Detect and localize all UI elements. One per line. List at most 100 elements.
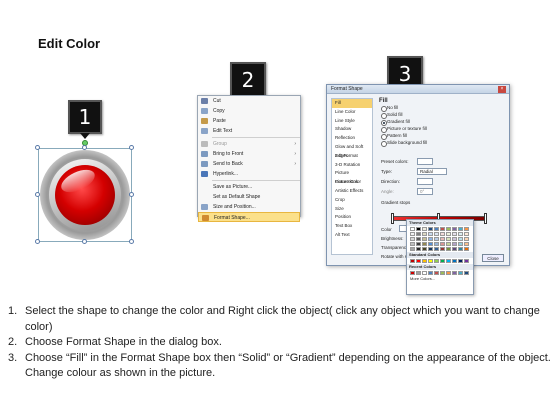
color-swatch[interactable] <box>446 247 451 251</box>
nav-alt-text[interactable]: Alt Text <box>332 231 372 240</box>
color-swatch[interactable] <box>452 242 457 246</box>
color-swatch[interactable] <box>440 232 445 236</box>
direction-dropdown[interactable] <box>417 178 433 185</box>
color-swatch[interactable] <box>440 271 445 275</box>
color-swatch[interactable] <box>428 247 433 251</box>
radio-gradient-fill[interactable]: Gradient fill <box>381 118 507 126</box>
color-swatch[interactable] <box>428 227 433 231</box>
color-swatch[interactable] <box>446 232 451 236</box>
resize-handle-b[interactable] <box>82 239 87 244</box>
nav-position[interactable]: Position <box>332 213 372 222</box>
close-icon[interactable]: × <box>498 86 506 93</box>
resize-handle-br[interactable] <box>129 239 134 244</box>
color-swatch[interactable] <box>446 237 451 241</box>
color-swatch[interactable] <box>458 227 463 231</box>
color-swatch[interactable] <box>428 259 433 263</box>
nav-fill[interactable]: Fill <box>332 99 372 108</box>
nav-line-color[interactable]: Line Color <box>332 108 372 117</box>
color-swatch[interactable] <box>416 227 421 231</box>
color-swatch[interactable] <box>434 232 439 236</box>
color-swatch[interactable] <box>410 247 415 251</box>
color-swatch[interactable] <box>446 227 451 231</box>
color-swatch[interactable] <box>434 227 439 231</box>
nav-reflection[interactable]: Reflection <box>332 134 372 143</box>
color-swatch[interactable] <box>458 247 463 251</box>
nav-crop[interactable]: Crop <box>332 196 372 205</box>
resize-handle-bl[interactable] <box>35 239 40 244</box>
resize-handle-t[interactable] <box>82 145 87 150</box>
radio-no-fill[interactable]: No fill <box>381 104 507 112</box>
angle-input[interactable]: 0° <box>417 188 433 195</box>
radio-slide-background-fill[interactable]: Slide background fill <box>381 139 507 147</box>
color-swatch[interactable] <box>464 232 469 236</box>
color-swatch[interactable] <box>458 259 463 263</box>
color-swatch[interactable] <box>428 242 433 246</box>
menu-item-cut[interactable]: Cut <box>198 96 300 106</box>
resize-handle-r[interactable] <box>129 192 134 197</box>
color-swatch[interactable] <box>422 242 427 246</box>
color-swatch[interactable] <box>452 237 457 241</box>
color-swatch[interactable] <box>410 227 415 231</box>
nav-shadow[interactable]: Shadow <box>332 125 372 134</box>
selected-red-button-shape[interactable] <box>35 140 134 244</box>
nav-glow[interactable]: Glow and Soft Edges <box>332 143 372 158</box>
color-swatch[interactable] <box>410 237 415 241</box>
color-swatch[interactable] <box>464 227 469 231</box>
color-swatch[interactable] <box>434 242 439 246</box>
color-swatch[interactable] <box>440 247 445 251</box>
color-swatch[interactable] <box>422 271 427 275</box>
color-swatch[interactable] <box>434 271 439 275</box>
color-swatch[interactable] <box>440 227 445 231</box>
menu-item-edit-text[interactable]: Edit Text <box>198 126 300 136</box>
menu-item-format-shape[interactable]: Format Shape... <box>198 212 300 222</box>
color-swatch[interactable] <box>434 247 439 251</box>
color-swatch[interactable] <box>458 242 463 246</box>
color-swatch[interactable] <box>458 237 463 241</box>
menu-item-paste[interactable]: Paste <box>198 116 300 126</box>
color-swatch[interactable] <box>422 259 427 263</box>
color-swatch[interactable] <box>410 259 415 263</box>
preset-colors-dropdown[interactable] <box>417 158 433 165</box>
color-swatch[interactable] <box>464 259 469 263</box>
color-swatch[interactable] <box>422 227 427 231</box>
color-swatch[interactable] <box>458 232 463 236</box>
color-swatch[interactable] <box>464 242 469 246</box>
color-swatch[interactable] <box>428 237 433 241</box>
close-button[interactable]: Close <box>482 254 504 262</box>
color-swatch[interactable] <box>452 259 457 263</box>
color-swatch[interactable] <box>434 259 439 263</box>
color-swatch[interactable] <box>446 271 451 275</box>
menu-item-save-as-picture[interactable]: Save as Picture... <box>198 182 300 192</box>
color-swatch[interactable] <box>446 259 451 263</box>
color-swatch[interactable] <box>416 237 421 241</box>
radio-picture-fill[interactable]: Picture or texture fill <box>381 125 507 133</box>
color-swatch[interactable] <box>416 242 421 246</box>
radio-pattern-fill[interactable]: Pattern fill <box>381 132 507 140</box>
menu-item-size-and-position[interactable]: Size and Position... <box>198 202 300 212</box>
resize-handle-tr[interactable] <box>129 145 134 150</box>
color-swatch[interactable] <box>452 271 457 275</box>
menu-item-hyperlink[interactable]: Hyperlink... <box>198 169 300 179</box>
color-swatch[interactable] <box>464 271 469 275</box>
color-swatch[interactable] <box>416 259 421 263</box>
radio-solid-fill[interactable]: Solid fill <box>381 111 507 119</box>
nav-3d-rotation[interactable]: 3-D Rotation <box>332 161 372 170</box>
nav-artistic-effects[interactable]: Artistic Effects <box>332 187 372 196</box>
menu-item-set-default-shape[interactable]: Set as Default Shape <box>198 192 300 202</box>
color-swatch[interactable] <box>416 271 421 275</box>
color-swatch[interactable] <box>410 232 415 236</box>
menu-item-copy[interactable]: Copy <box>198 106 300 116</box>
color-swatch[interactable] <box>422 237 427 241</box>
color-swatch[interactable] <box>452 232 457 236</box>
color-swatch[interactable] <box>422 247 427 251</box>
color-swatch[interactable] <box>464 237 469 241</box>
color-swatch[interactable] <box>452 247 457 251</box>
type-select[interactable]: Radial <box>417 168 447 175</box>
color-swatch[interactable] <box>416 232 421 236</box>
color-swatch[interactable] <box>416 247 421 251</box>
color-swatch[interactable] <box>440 237 445 241</box>
color-swatch[interactable] <box>464 247 469 251</box>
color-swatch[interactable] <box>440 242 445 246</box>
nav-picture-corrections[interactable]: Picture Corrections <box>332 169 372 184</box>
nav-line-style[interactable]: Line Style <box>332 117 372 126</box>
